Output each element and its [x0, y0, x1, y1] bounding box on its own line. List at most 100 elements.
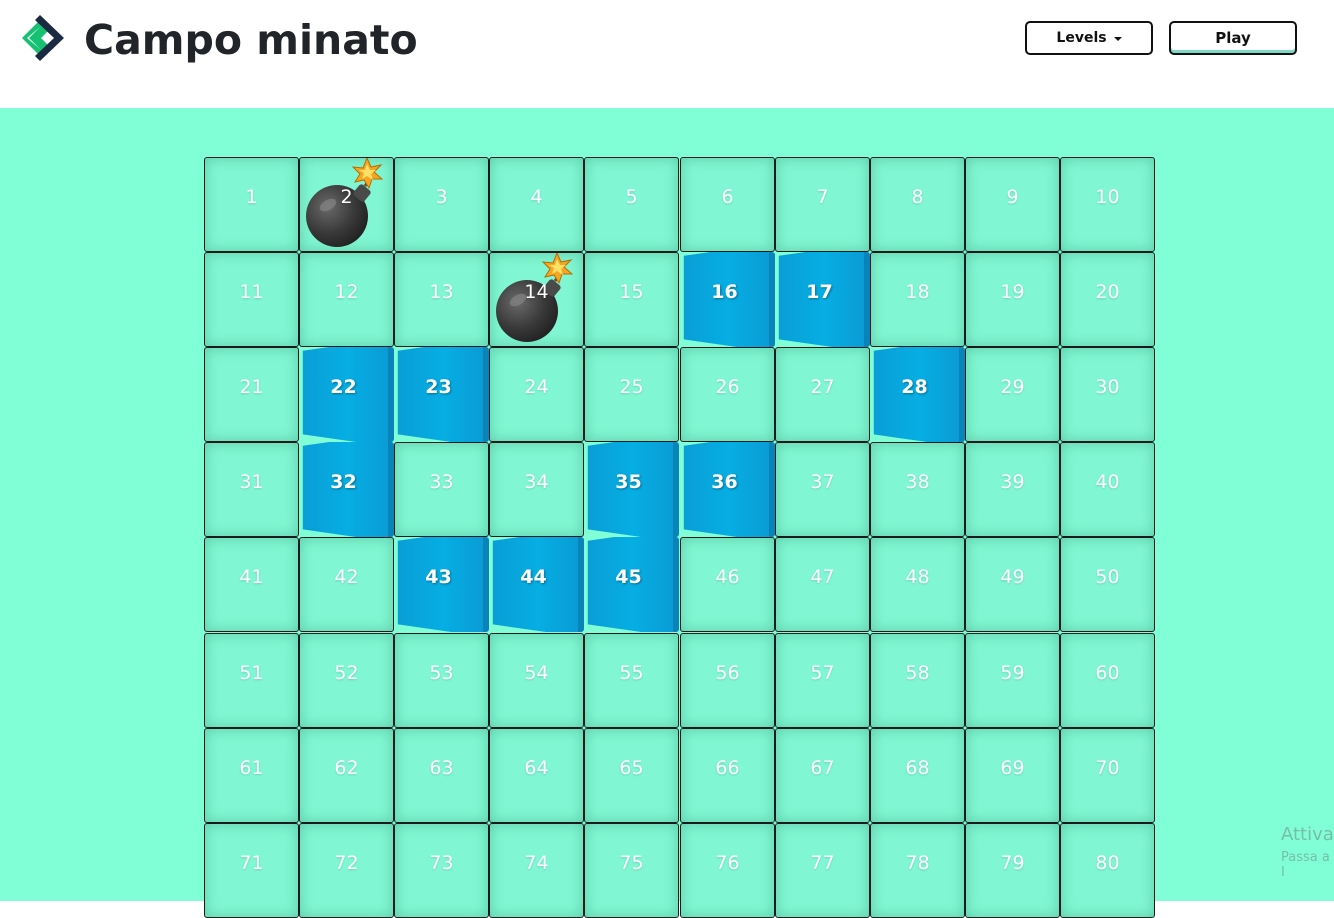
board-cell[interactable]: 46: [680, 537, 775, 632]
board-cell[interactable]: 58: [870, 633, 965, 728]
board-cell[interactable]: 12: [299, 252, 394, 347]
revealed-cell[interactable]: 45: [587, 537, 679, 632]
activation-watermark: Attiva: [1281, 824, 1334, 845]
board-cell[interactable]: 78: [870, 823, 965, 918]
board-cell[interactable]: 37: [775, 442, 870, 537]
board-cell[interactable]: 53: [394, 633, 489, 728]
board-cell[interactable]: 51: [204, 633, 299, 728]
revealed-cell[interactable]: 35: [587, 442, 679, 537]
board-cell[interactable]: 56: [680, 633, 775, 728]
revealed-cell[interactable]: 32: [302, 442, 394, 537]
revealed-cell[interactable]: 17: [778, 252, 870, 347]
board-cell[interactable]: 27: [775, 347, 870, 442]
revealed-cell[interactable]: 44: [492, 537, 584, 632]
cell-number: 66: [715, 756, 740, 779]
board-cell[interactable]: 26: [680, 347, 775, 442]
board-cell[interactable]: 5: [584, 157, 679, 252]
chevron-down-icon: [1113, 37, 1122, 41]
board-cell[interactable]: 66: [680, 728, 775, 823]
cell-number: 48: [905, 565, 930, 588]
cell-number: 4: [530, 185, 543, 208]
board-cell[interactable]: 4: [489, 157, 584, 252]
board-cell[interactable]: 61: [204, 728, 299, 823]
board-cell[interactable]: 64: [489, 728, 584, 823]
board-cell[interactable]: 77: [775, 823, 870, 918]
revealed-cell[interactable]: 23: [397, 347, 489, 442]
cell-number: 53: [429, 661, 454, 684]
cell-number: 59: [1000, 661, 1025, 684]
board-cell[interactable]: 75: [584, 823, 679, 918]
cell-number: 16: [711, 280, 738, 303]
revealed-cell[interactable]: 36: [683, 442, 775, 537]
board-cell[interactable]: 63: [394, 728, 489, 823]
board-cell[interactable]: 79: [965, 823, 1060, 918]
board-cell[interactable]: 38: [870, 442, 965, 537]
board-cell[interactable]: 2: [299, 157, 394, 252]
cell-number: 30: [1095, 375, 1120, 398]
board-cell[interactable]: 73: [394, 823, 489, 918]
board-cell[interactable]: 72: [299, 823, 394, 918]
cell-number: 74: [524, 851, 549, 874]
board-cell[interactable]: 47: [775, 537, 870, 632]
revealed-cell[interactable]: 28: [873, 347, 965, 442]
cell-number: 45: [615, 565, 642, 588]
revealed-cell[interactable]: 22: [302, 347, 394, 442]
board-cell[interactable]: 29: [965, 347, 1060, 442]
board-cell[interactable]: 49: [965, 537, 1060, 632]
board-cell[interactable]: 67: [775, 728, 870, 823]
cell-number: 20: [1095, 280, 1120, 303]
board-cell[interactable]: 9: [965, 157, 1060, 252]
board-cell[interactable]: 39: [965, 442, 1060, 537]
board-cell[interactable]: 1: [204, 157, 299, 252]
board-cell[interactable]: 34: [489, 442, 584, 537]
cell-number: 13: [429, 280, 454, 303]
board-cell[interactable]: 59: [965, 633, 1060, 728]
cell-number: 3: [435, 185, 448, 208]
levels-dropdown[interactable]: Levels: [1025, 21, 1153, 55]
revealed-cell[interactable]: 43: [397, 537, 489, 632]
board-cell[interactable]: 54: [489, 633, 584, 728]
board-cell[interactable]: 42: [299, 537, 394, 632]
board-cell[interactable]: 69: [965, 728, 1060, 823]
cell-number: 52: [334, 661, 359, 684]
board-cell[interactable]: 8: [870, 157, 965, 252]
board-cell[interactable]: 20: [1060, 252, 1155, 347]
cell-number: 78: [905, 851, 930, 874]
board-cell[interactable]: 25: [584, 347, 679, 442]
board-cell[interactable]: 50: [1060, 537, 1155, 632]
board-cell[interactable]: 62: [299, 728, 394, 823]
board-cell[interactable]: 13: [394, 252, 489, 347]
board-cell[interactable]: 19: [965, 252, 1060, 347]
board-cell[interactable]: 3: [394, 157, 489, 252]
board-cell[interactable]: 40: [1060, 442, 1155, 537]
board-cell[interactable]: 15: [584, 252, 679, 347]
board-cell[interactable]: 76: [680, 823, 775, 918]
board-cell[interactable]: 10: [1060, 157, 1155, 252]
board-cell[interactable]: 65: [584, 728, 679, 823]
cell-number: 34: [524, 470, 549, 493]
board-cell[interactable]: 21: [204, 347, 299, 442]
board-cell[interactable]: 60: [1060, 633, 1155, 728]
board-cell[interactable]: 68: [870, 728, 965, 823]
board-cell[interactable]: 70: [1060, 728, 1155, 823]
board-cell[interactable]: 71: [204, 823, 299, 918]
board-cell[interactable]: 18: [870, 252, 965, 347]
board-cell[interactable]: 80: [1060, 823, 1155, 918]
board-cell[interactable]: 31: [204, 442, 299, 537]
board-cell[interactable]: 74: [489, 823, 584, 918]
board-cell[interactable]: 55: [584, 633, 679, 728]
board-cell[interactable]: 52: [299, 633, 394, 728]
board-cell[interactable]: 11: [204, 252, 299, 347]
board-cell[interactable]: 30: [1060, 347, 1155, 442]
board-cell[interactable]: 41: [204, 537, 299, 632]
revealed-cell[interactable]: 16: [683, 252, 775, 347]
board-cell[interactable]: 57: [775, 633, 870, 728]
board-cell[interactable]: 6: [680, 157, 775, 252]
play-button[interactable]: Play: [1169, 21, 1297, 55]
board-cell[interactable]: 24: [489, 347, 584, 442]
board-cell[interactable]: 14: [489, 252, 584, 347]
board-cell[interactable]: 33: [394, 442, 489, 537]
board-cell[interactable]: 7: [775, 157, 870, 252]
cell-number: 15: [619, 280, 644, 303]
board-cell[interactable]: 48: [870, 537, 965, 632]
